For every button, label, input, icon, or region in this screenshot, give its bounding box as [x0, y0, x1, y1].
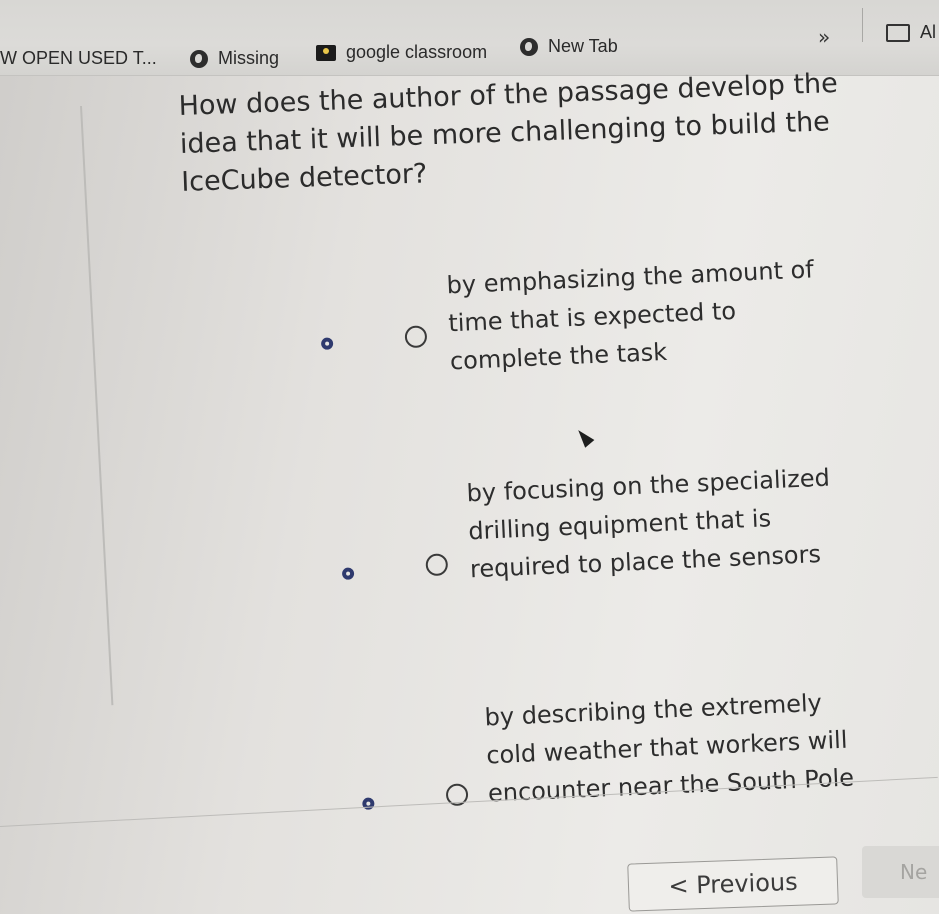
globe-icon — [190, 49, 208, 68]
all-bookmarks-button[interactable]: Al — [886, 22, 936, 43]
globe-icon — [520, 37, 538, 56]
bookmark-label: Missing — [218, 48, 280, 68]
option-radio-button[interactable] — [425, 553, 449, 577]
quiz-content: How does the author of the passage devel… — [0, 68, 939, 914]
mouse-cursor-icon — [573, 426, 595, 448]
previous-button[interactable]: < Previous — [627, 856, 839, 912]
option-marker-icon — [362, 797, 375, 810]
bookmark-new-tab[interactable]: New Tab — [520, 36, 618, 57]
next-button[interactable]: Ne — [862, 846, 939, 898]
bookmark-open-used[interactable]: W OPEN USED T... — [0, 48, 157, 69]
bookmark-label: W OPEN USED T... — [0, 48, 157, 68]
panel-divider — [80, 105, 114, 706]
footer-divider — [0, 776, 938, 827]
bookmark-label: New Tab — [548, 36, 618, 56]
all-bookmarks-label: Al — [920, 22, 937, 42]
bookmarks-overflow-chevron-icon[interactable]: » — [818, 25, 830, 49]
bookmarks-divider — [862, 8, 863, 42]
option-marker-icon — [341, 567, 355, 580]
option-text: by emphasizing the amount of time that i… — [446, 255, 815, 376]
bookmark-google-classroom[interactable]: google classroom — [316, 42, 487, 63]
option-text: by describing the extremely cold weather… — [484, 688, 855, 808]
folder-icon — [886, 23, 910, 42]
option-text: by focusing on the specialized drilling … — [466, 463, 831, 584]
bookmark-label: google classroom — [346, 42, 488, 62]
question-text: How does the author of the passage devel… — [178, 67, 839, 198]
bookmark-missing[interactable]: Missing — [190, 48, 279, 69]
option-radio-button[interactable] — [404, 325, 428, 349]
bookmarks-bar: W OPEN USED T... Missing google classroo… — [0, 0, 939, 76]
option-marker-icon — [320, 337, 334, 350]
classroom-icon — [316, 44, 336, 61]
